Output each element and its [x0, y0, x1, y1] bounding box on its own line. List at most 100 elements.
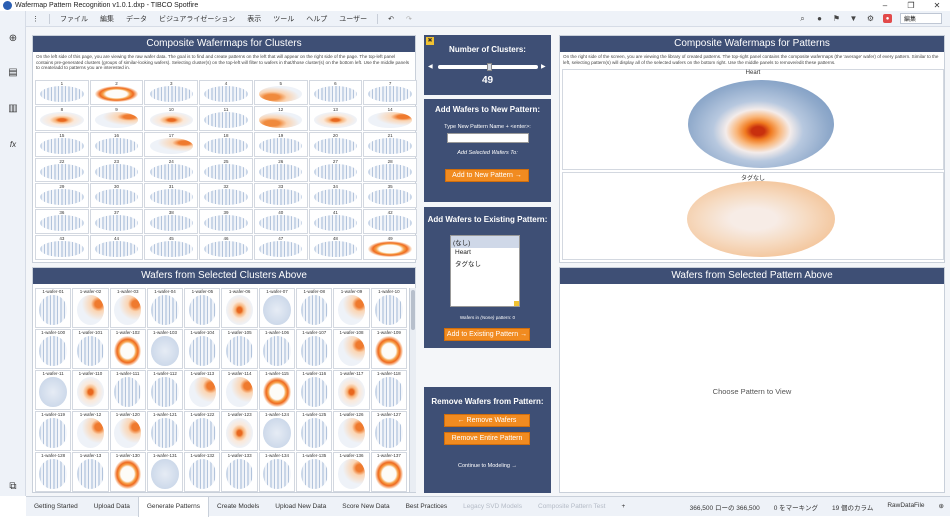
cluster-tile[interactable]: 41	[308, 209, 363, 235]
redo-icon[interactable]: ↷	[400, 15, 418, 23]
wafer-tile[interactable]: 1-wafer-114	[221, 370, 258, 410]
wafer-tile[interactable]: 1-wafer-134	[258, 452, 296, 492]
wafer-tile[interactable]: 1-wafer-13	[72, 452, 109, 492]
wafer-tile[interactable]: 1-wafer-135	[296, 452, 333, 492]
cluster-tile[interactable]: 1	[35, 80, 89, 105]
minimize-button[interactable]: –	[872, 1, 898, 10]
cluster-tile[interactable]: 32	[199, 183, 253, 209]
wafer-tile[interactable]: 1-wafer-02	[72, 288, 109, 328]
wafer-grid-scrollbar[interactable]	[409, 288, 416, 492]
gear-icon[interactable]: ⚙	[866, 14, 875, 23]
wafer-tile[interactable]: 1-wafer-120	[109, 411, 146, 451]
cluster-tile[interactable]: 46	[199, 235, 253, 260]
wafer-tile[interactable]: 1-wafer-137	[370, 452, 407, 492]
pattern-untagged-tile[interactable]: タグなし	[562, 172, 944, 260]
wafer-tile[interactable]: 1-wafer-104	[184, 329, 221, 369]
remove-wafers-button[interactable]: ← Remove Wafers	[444, 414, 530, 427]
tab-upload-data[interactable]: Upload Data	[86, 503, 138, 510]
undo-icon[interactable]: ↶	[382, 15, 400, 23]
wafer-tile[interactable]: 1-wafer-131	[146, 452, 184, 492]
wafer-tile[interactable]: 1-wafer-09	[333, 288, 370, 328]
wafer-tile[interactable]: 1-wafer-118	[370, 370, 407, 410]
wafer-tile[interactable]: 1-wafer-117	[333, 370, 370, 410]
wafer-tile[interactable]: 1-wafer-107	[296, 329, 333, 369]
wafer-tile[interactable]: 1-wafer-125	[296, 411, 333, 451]
cluster-tile[interactable]: 38	[144, 209, 199, 235]
wafer-tile[interactable]: 1-wafer-132	[184, 452, 221, 492]
wafer-tile[interactable]: 1-wafer-113	[184, 370, 221, 410]
wafer-tile[interactable]: 1-wafer-130	[109, 452, 146, 492]
wafer-tile[interactable]: 1-wafer-109	[370, 329, 407, 369]
wafer-tile[interactable]: 1-wafer-11	[35, 370, 72, 410]
cluster-tile[interactable]: 40	[253, 209, 308, 235]
hierarchy-icon[interactable]: ⧉	[7, 481, 19, 493]
status-datafile[interactable]: RawDataFile	[887, 502, 924, 512]
cluster-tile[interactable]: 9	[89, 105, 144, 131]
cluster-tile[interactable]: 49	[363, 235, 417, 260]
wafer-tile[interactable]: 1-wafer-108	[333, 329, 370, 369]
globe-icon[interactable]: ⊕	[939, 502, 944, 512]
cluster-tile[interactable]: 11	[199, 105, 253, 131]
pattern-heart-tile[interactable]: Heart	[562, 69, 944, 170]
avatar[interactable]: ●	[883, 14, 892, 23]
remove-entire-pattern-button[interactable]: Remove Entire Pattern	[444, 432, 530, 445]
cluster-tile[interactable]: 30	[89, 183, 144, 209]
cluster-tile[interactable]: 8	[35, 105, 89, 131]
cluster-tile[interactable]: 23	[89, 157, 144, 183]
wafer-tile[interactable]: 1-wafer-12	[72, 411, 109, 451]
cluster-tile[interactable]: 20	[308, 131, 363, 157]
wafer-tile[interactable]: 1-wafer-112	[146, 370, 184, 410]
edit-mode-box[interactable]: 編集	[900, 13, 942, 24]
continue-to-modeling-link[interactable]: Continue to Modeling →	[424, 463, 551, 469]
function-icon[interactable]: fx	[7, 139, 19, 151]
wafer-tile[interactable]: 1-wafer-123	[221, 411, 258, 451]
wafer-tile[interactable]: 1-wafer-07	[258, 288, 296, 328]
maximize-button[interactable]: ❐	[898, 1, 924, 10]
add-tab-icon[interactable]: +	[613, 503, 633, 510]
comments-icon[interactable]: ●	[815, 14, 824, 23]
wafer-tile[interactable]: 1-wafer-04	[146, 288, 184, 328]
cluster-tile[interactable]: 34	[308, 183, 363, 209]
wafer-tile[interactable]: 1-wafer-133	[221, 452, 258, 492]
menu-user[interactable]: ユーザー	[333, 14, 373, 24]
filter-icon[interactable]: ▼	[849, 14, 858, 23]
wafer-tile[interactable]: 1-wafer-136	[333, 452, 370, 492]
cluster-tile[interactable]: 47	[253, 235, 308, 260]
cluster-tile[interactable]: 43	[35, 235, 89, 260]
wafer-tile[interactable]: 1-wafer-124	[258, 411, 296, 451]
menu-help[interactable]: ヘルプ	[300, 14, 333, 24]
cluster-tile[interactable]: 15	[35, 131, 89, 157]
slider-right-arrow[interactable]: ▶	[541, 63, 546, 70]
scrollbar-thumb[interactable]	[411, 290, 415, 330]
add-to-new-pattern-button[interactable]: Add to New Pattern →	[445, 169, 529, 182]
cluster-tile[interactable]: 44	[89, 235, 144, 260]
data-table-icon[interactable]: ▤	[7, 67, 19, 79]
tab-legacy-svd-models[interactable]: Legacy SVD Models	[455, 503, 530, 510]
wafer-tile[interactable]: 1-wafer-101	[72, 329, 109, 369]
cluster-tile[interactable]: 35	[363, 183, 417, 209]
pattern-option-none[interactable]: (なし)	[451, 236, 519, 248]
tab-upload-new-data[interactable]: Upload New Data	[267, 503, 334, 510]
cluster-tile[interactable]: 19	[253, 131, 308, 157]
wafer-tile[interactable]: 1-wafer-100	[35, 329, 72, 369]
cluster-tile[interactable]: 17	[144, 131, 199, 157]
tab-getting-started[interactable]: Getting Started	[26, 503, 86, 510]
wafer-tile[interactable]: 1-wafer-122	[184, 411, 221, 451]
wafer-tile[interactable]: 1-wafer-116	[296, 370, 333, 410]
cluster-tile[interactable]: 26	[253, 157, 308, 183]
cluster-tile[interactable]: 42	[363, 209, 417, 235]
cluster-tile[interactable]: 31	[144, 183, 199, 209]
cluster-tile[interactable]: 4	[199, 80, 253, 105]
wafer-tile[interactable]: 1-wafer-106	[258, 329, 296, 369]
cluster-tile[interactable]: 24	[144, 157, 199, 183]
cluster-tile[interactable]: 5	[253, 80, 308, 105]
cluster-tile[interactable]: 18	[199, 131, 253, 157]
search-icon[interactable]: ⌕	[798, 14, 807, 23]
cluster-tile[interactable]: 37	[89, 209, 144, 235]
cluster-tile[interactable]: 36	[35, 209, 89, 235]
cluster-tile[interactable]: 7	[363, 80, 417, 105]
wafer-tile[interactable]: 1-wafer-08	[296, 288, 333, 328]
cluster-tile[interactable]: 33	[253, 183, 308, 209]
cluster-tile[interactable]: 48	[308, 235, 363, 260]
menu-edit[interactable]: 編集	[94, 14, 120, 24]
